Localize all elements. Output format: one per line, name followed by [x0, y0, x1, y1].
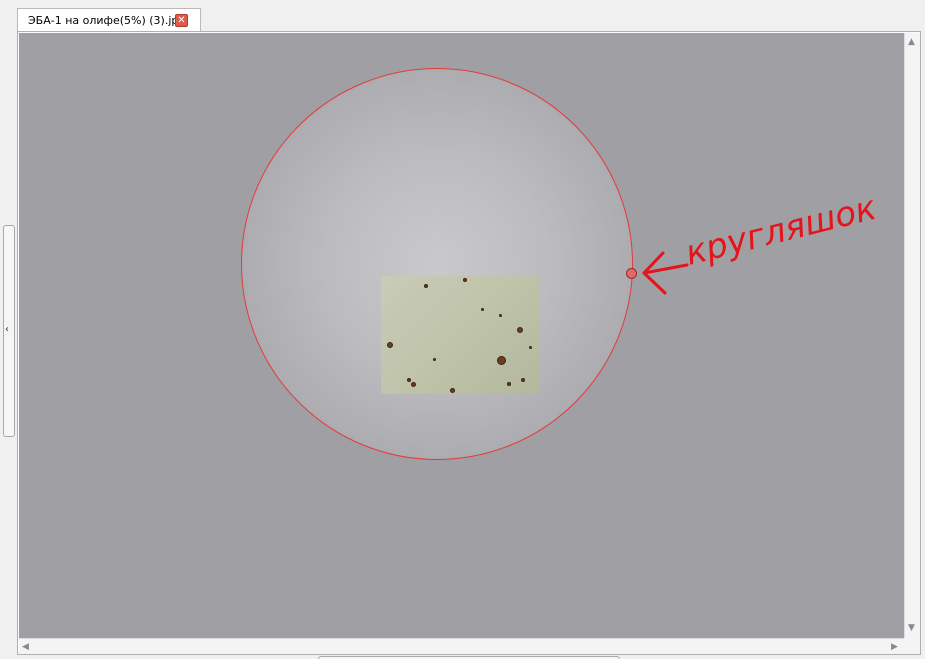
- particle: [387, 342, 393, 348]
- annotation-text: кругляшок: [682, 188, 881, 274]
- micrograph-image: [381, 276, 539, 394]
- horizontal-scrollbar[interactable]: ◀ ▶: [19, 638, 904, 654]
- particle: [411, 382, 416, 387]
- particle: [521, 378, 525, 382]
- image-viewer-window: ЭБА-1 на олифе(5%) (3).jpg ✕ ‹ кругляшок…: [0, 0, 925, 659]
- left-panel-toggle[interactable]: ‹: [3, 225, 15, 437]
- particle: [481, 308, 484, 311]
- particle: [424, 284, 428, 288]
- scroll-right-icon[interactable]: ▶: [891, 642, 898, 652]
- circle-selection[interactable]: [241, 68, 633, 460]
- particle: [433, 358, 436, 361]
- particle: [499, 314, 502, 317]
- image-canvas[interactable]: кругляшок: [19, 33, 904, 638]
- particle: [463, 278, 467, 282]
- particle: [507, 382, 511, 386]
- scroll-corner: [904, 638, 920, 654]
- tab-strip: ЭБА-1 на олифе(5%) (3).jpg ✕: [0, 0, 925, 32]
- circle-resize-handle[interactable]: [626, 268, 637, 279]
- vertical-scrollbar[interactable]: ▲ ▼: [904, 33, 920, 638]
- scroll-up-icon[interactable]: ▲: [908, 37, 915, 47]
- scroll-down-icon[interactable]: ▼: [908, 623, 915, 633]
- particle: [529, 346, 532, 349]
- image-viewer-pane: кругляшок ▲ ▼ ◀ ▶: [17, 31, 921, 655]
- particle: [450, 388, 455, 393]
- particle: [517, 327, 523, 333]
- tab-title: ЭБА-1 на олифе(5%) (3).jpg: [28, 14, 186, 27]
- annotation-arrow-icon: [642, 251, 689, 295]
- handwritten-annotation: кругляшок: [642, 188, 881, 295]
- particle: [497, 356, 506, 365]
- image-tab[interactable]: ЭБА-1 на олифе(5%) (3).jpg ✕: [17, 8, 201, 32]
- close-icon[interactable]: ✕: [175, 14, 188, 27]
- chevron-left-icon: ‹: [5, 324, 9, 335]
- particle: [407, 378, 411, 382]
- scroll-left-icon[interactable]: ◀: [22, 642, 29, 652]
